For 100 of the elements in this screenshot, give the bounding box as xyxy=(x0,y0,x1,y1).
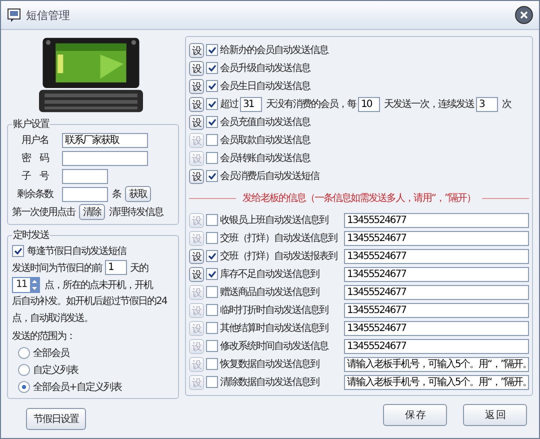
unit-label: 天的 xyxy=(130,262,148,274)
input-field[interactable] xyxy=(62,168,108,184)
input-field[interactable]: 1 xyxy=(105,260,127,275)
check-icon xyxy=(208,118,216,126)
phone-field[interactable]: 13455524677 xyxy=(344,302,529,318)
note-text: 点，所在的点未开机，开机 xyxy=(44,278,153,292)
section-heading: 发给老板的信息（一条信息如需发送多人，请用“，”隔开） xyxy=(242,192,476,205)
check-icon xyxy=(208,270,216,278)
check-icon xyxy=(208,46,216,54)
back-button[interactable]: 返 回 xyxy=(463,404,527,426)
field-label: 密 码 xyxy=(20,152,50,165)
hour-spinner[interactable]: 11 xyxy=(12,276,40,292)
close-icon xyxy=(519,10,529,20)
group-label: 账户设置 xyxy=(12,118,50,131)
phone-field[interactable]: 13455524677 xyxy=(344,266,529,282)
set-button[interactable]: 设 xyxy=(189,266,204,282)
input-field[interactable] xyxy=(62,186,108,202)
checkbox-label: 会员充值自动发送信息 xyxy=(220,116,310,129)
checkbox-label: 赠送商品自动发送信息到 xyxy=(220,286,320,299)
radio-button[interactable] xyxy=(18,380,30,392)
hint-text: 第一次使用点击 xyxy=(12,206,75,219)
checkbox[interactable] xyxy=(206,322,218,334)
phone-field[interactable]: 13455524677 xyxy=(344,320,529,336)
radio-label: 全部会员+自定义列表 xyxy=(33,380,122,394)
checkbox[interactable] xyxy=(206,152,218,164)
checkbox-label: 交班（打烊）自动发送信息到 xyxy=(220,232,338,245)
phone-field[interactable]: 13455524677 xyxy=(344,284,529,300)
rule-text: 天没有消费的会员，每 xyxy=(266,98,356,111)
checkbox-label: 库存不足自动发送信息到 xyxy=(220,268,320,281)
clear-button[interactable]: 清除 xyxy=(79,204,105,220)
spin-arrows-icon xyxy=(30,278,39,292)
checkbox[interactable] xyxy=(206,340,218,352)
set-button[interactable]: 设 xyxy=(189,114,204,130)
fetch-button[interactable]: 获取 xyxy=(125,186,151,202)
rule-text: 天发送一次，连续发送 xyxy=(384,98,474,111)
checkbox[interactable] xyxy=(206,232,218,244)
checkbox[interactable] xyxy=(206,358,218,370)
checkbox[interactable] xyxy=(12,244,24,256)
check-icon xyxy=(208,64,216,72)
phone-field[interactable]: 13455524677 xyxy=(344,230,529,246)
checkbox-label: 每逢节假日自动发送短信 xyxy=(27,244,126,258)
window-title: 短信管理 xyxy=(26,8,71,22)
radio-label: 全部会员 xyxy=(33,346,69,360)
checkbox-label: 修改系统时间自动发送信息 xyxy=(220,340,330,353)
message-icon xyxy=(7,8,21,22)
hint-text: 清理待发信息 xyxy=(109,206,163,219)
set-button[interactable]: 设 xyxy=(189,168,204,184)
phone-field[interactable]: 13455524677 xyxy=(344,212,529,228)
checkbox[interactable] xyxy=(206,80,218,92)
radio-button[interactable] xyxy=(18,364,30,376)
input-field[interactable]: 联系厂家获取 xyxy=(62,132,148,148)
checkbox-label: 其他结算时自动发送信息到 xyxy=(220,322,330,335)
checkbox[interactable] xyxy=(206,116,218,128)
checkbox[interactable] xyxy=(206,250,218,262)
field-label: 剩余条数 xyxy=(16,188,54,201)
checkbox-label: 会员消费后自动发送短信 xyxy=(220,170,319,183)
set-button[interactable]: 设 xyxy=(189,60,204,76)
checkbox-label: 临时打折时自动发送信息到 xyxy=(220,304,330,317)
checkbox-label: 交班（打烊）自动发送报表到 xyxy=(220,250,338,263)
set-button[interactable]: 设 xyxy=(189,248,204,264)
set-button[interactable]: 设 xyxy=(189,42,204,58)
close-button[interactable] xyxy=(515,6,533,24)
rule-text: 超过 xyxy=(220,98,238,111)
checkbox[interactable] xyxy=(206,98,218,110)
field-label: 发送时间为节假日的前 xyxy=(12,262,102,274)
checkbox[interactable] xyxy=(206,268,218,280)
checkbox-label: 会员转账自动发送信息 xyxy=(220,152,310,165)
checkbox[interactable] xyxy=(206,62,218,74)
radio-button[interactable] xyxy=(18,346,30,358)
check-icon xyxy=(208,82,216,90)
range-label: 发送的范围为： xyxy=(12,330,75,342)
input-field[interactable] xyxy=(62,150,148,166)
note-text: 后自动补发。如开机后超过节假日的24点，自动取消发送。 xyxy=(12,294,168,326)
check-icon xyxy=(208,172,216,180)
rule-text: 次 xyxy=(502,98,511,111)
set-button[interactable]: 设 xyxy=(189,96,204,112)
checkbox[interactable] xyxy=(206,214,218,226)
checkbox[interactable] xyxy=(206,170,218,182)
input-field[interactable]: 10 xyxy=(358,96,380,112)
holiday-settings-button[interactable]: 节假日设置 xyxy=(26,408,86,430)
phone-field[interactable]: 13455524677 xyxy=(344,338,529,354)
set-button[interactable]: 设 xyxy=(189,78,204,94)
unit-label: 条 xyxy=(112,188,121,201)
phone-field[interactable]: 请输入老板手机号，可输入5个。用“，”隔开。 xyxy=(344,374,529,390)
checkbox[interactable] xyxy=(206,376,218,388)
save-button[interactable]: 保 存 xyxy=(383,404,447,426)
input-field[interactable]: 31 xyxy=(240,96,262,112)
field-label: 子 号 xyxy=(20,170,50,183)
checkbox[interactable] xyxy=(206,304,218,316)
checkbox[interactable] xyxy=(206,134,218,146)
checkbox-label: 会员升级自动发送信息 xyxy=(220,62,310,75)
input-field[interactable]: 3 xyxy=(476,96,498,112)
checkbox-label: 会员生日自动发送信息 xyxy=(220,80,310,93)
checkbox-label: 清除数据自动发送信息到 xyxy=(220,376,320,389)
checkbox-label: 会员取款自动发送信息 xyxy=(220,134,310,147)
phone-field[interactable]: 请输入老板手机号，可输入5个。用“，”隔开。 xyxy=(344,356,529,372)
checkbox[interactable] xyxy=(206,286,218,298)
phone-field[interactable]: 13455524677 xyxy=(344,248,529,264)
checkbox[interactable] xyxy=(206,44,218,56)
check-icon xyxy=(208,252,216,260)
